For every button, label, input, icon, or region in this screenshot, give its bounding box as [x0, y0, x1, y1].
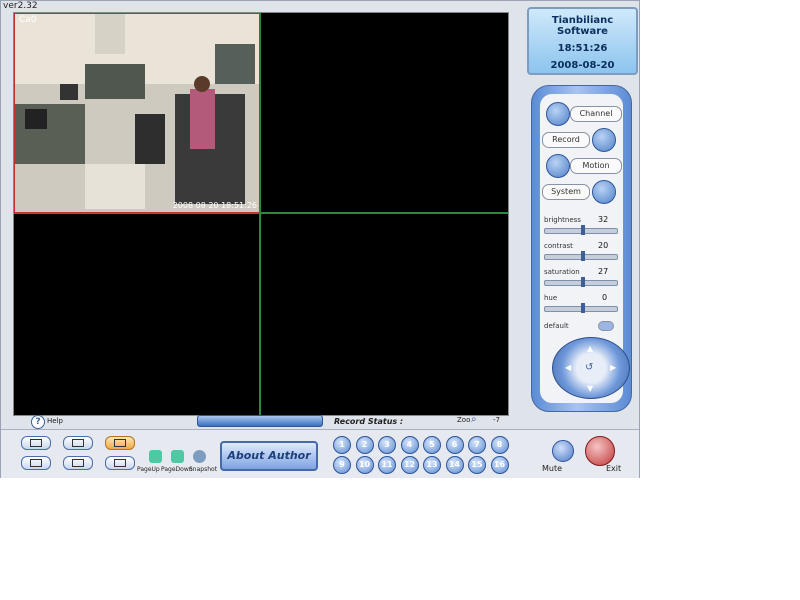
hue-value: 0 — [602, 293, 608, 302]
channel-button-8[interactable]: 8 — [490, 436, 509, 454]
version-label: ver2.32 — [3, 1, 38, 11]
ptz-control-frame: Channel Record Motion System brightness … — [531, 85, 632, 412]
channel-button-12[interactable]: 12 — [400, 456, 419, 474]
motion-button[interactable] — [546, 154, 570, 178]
about-author-button[interactable]: About Author — [220, 441, 318, 471]
saturation-slider[interactable] — [544, 277, 618, 287]
contrast-slider[interactable] — [544, 251, 618, 261]
layout-4-button[interactable] — [63, 436, 93, 450]
layout-six-icon — [114, 439, 126, 447]
pageup-label: PageUp — [137, 466, 160, 473]
channel-label: Channel — [570, 106, 622, 122]
zoom-label: Zoo — [457, 416, 471, 424]
power-icon[interactable] — [585, 436, 615, 466]
channel-button-11[interactable]: 11 — [378, 456, 396, 474]
channel-button-4[interactable]: 4 — [400, 436, 419, 454]
layout-9-button[interactable] — [63, 456, 93, 470]
channel-button-13[interactable]: 13 — [423, 456, 441, 474]
channel-button-16[interactable]: 16 — [490, 456, 509, 474]
video-cell-2[interactable] — [260, 13, 508, 213]
saturation-label: saturation — [544, 268, 580, 276]
brightness-slider-thumb[interactable] — [581, 225, 585, 235]
motion-label: Motion — [570, 158, 622, 174]
brightness-slider[interactable] — [544, 225, 618, 235]
contrast-label: contrast — [544, 242, 573, 250]
layout-16-button[interactable] — [105, 456, 135, 470]
channel-button-7[interactable]: 7 — [468, 436, 486, 454]
channel-button-1[interactable]: 1 — [333, 436, 351, 454]
channel-button-9[interactable]: 9 — [333, 456, 351, 474]
video-cell-3[interactable] — [14, 213, 260, 415]
page-down-icon[interactable] — [171, 450, 184, 463]
camera-feed-image — [15, 14, 259, 212]
channel-button-10[interactable]: 10 — [355, 456, 374, 474]
channel-button-14[interactable]: 14 — [445, 456, 464, 474]
record-button[interactable] — [592, 128, 616, 152]
channel-button-2[interactable]: 2 — [355, 436, 374, 454]
exit-label: Exit — [606, 464, 622, 473]
layout-6-button[interactable] — [105, 436, 135, 450]
bottom-toolbar: PageUp PageDown Snapshot About Author 12… — [1, 429, 639, 478]
channel-button-6[interactable]: 6 — [445, 436, 464, 454]
record-status-label: Record Status : — [334, 417, 404, 426]
help-icon[interactable]: ? — [31, 415, 45, 429]
system-label: System — [542, 184, 590, 200]
clock-date: 2008-08-20 — [550, 60, 615, 71]
channel-button-15[interactable]: 15 — [468, 456, 486, 474]
dpad-right-icon[interactable]: ▶ — [610, 363, 616, 372]
camera-label: Ca0 — [19, 15, 37, 25]
control-panel: Tianbilianc Software 18:51:26 2008-08-20… — [521, 3, 640, 416]
camera-timestamp: 2008 08 20 18:51:26 — [172, 201, 257, 210]
layout-nine-icon — [72, 459, 84, 467]
channel-button-3[interactable]: 3 — [378, 436, 396, 454]
hue-slider[interactable] — [544, 303, 618, 313]
saturation-value: 27 — [598, 267, 609, 276]
mute-label: Mute — [542, 464, 563, 473]
layout-quad-icon — [72, 439, 84, 447]
dpad-down-icon[interactable]: ▼ — [587, 384, 593, 393]
layout-single-icon — [30, 439, 42, 447]
zoom-value: -7 — [493, 416, 500, 424]
progress-bar — [197, 415, 323, 427]
layout-eight-icon — [30, 459, 42, 467]
pagedown-label: PageDown — [161, 466, 193, 473]
brightness-value: 32 — [598, 215, 609, 224]
brand-text: Tianbilianc Software — [551, 15, 614, 37]
clock-time: 18:51:26 — [557, 43, 608, 54]
zoom-icon[interactable]: ⌕ — [471, 414, 477, 425]
contrast-value: 20 — [598, 241, 609, 250]
saturation-slider-thumb[interactable] — [581, 277, 585, 287]
brightness-label: brightness — [544, 216, 581, 224]
video-grid: Ca0 2008 08 20 18:51:26 — [13, 12, 509, 416]
contrast-slider-thumb[interactable] — [581, 251, 585, 261]
system-button[interactable] — [592, 180, 616, 204]
layout-1-button[interactable] — [21, 436, 51, 450]
ptz-dpad[interactable]: ▲ ▼ ◀ ▶ ↺ — [552, 337, 630, 399]
channel-button[interactable] — [546, 102, 570, 126]
record-label: Record — [542, 132, 590, 148]
snapshot-label: Snapshot — [189, 466, 218, 473]
status-display: Tianbilianc Software 18:51:26 2008-08-20 — [527, 7, 638, 75]
snapshot-icon[interactable] — [193, 450, 206, 463]
hue-slider-thumb[interactable] — [581, 303, 585, 313]
page-up-icon[interactable] — [149, 450, 162, 463]
default-label: default — [544, 322, 569, 330]
help-label[interactable]: Help — [47, 417, 63, 425]
dpad-up-icon[interactable]: ▲ — [587, 344, 593, 353]
layout-sixteen-icon — [114, 459, 126, 467]
video-cell-4[interactable] — [260, 213, 508, 415]
layout-8-button[interactable] — [21, 456, 51, 470]
app-window: ver2.32 Ca0 2008 08 20 18:51:26 Tianbili… — [0, 0, 640, 478]
dpad-left-icon[interactable]: ◀ — [565, 363, 571, 372]
refresh-icon[interactable]: ↺ — [585, 362, 593, 373]
channel-button-5[interactable]: 5 — [423, 436, 441, 454]
speaker-icon[interactable] — [552, 440, 574, 462]
video-cell-1[interactable]: Ca0 2008 08 20 18:51:26 — [14, 13, 260, 213]
default-button[interactable] — [598, 321, 614, 331]
hue-label: hue — [544, 294, 558, 302]
